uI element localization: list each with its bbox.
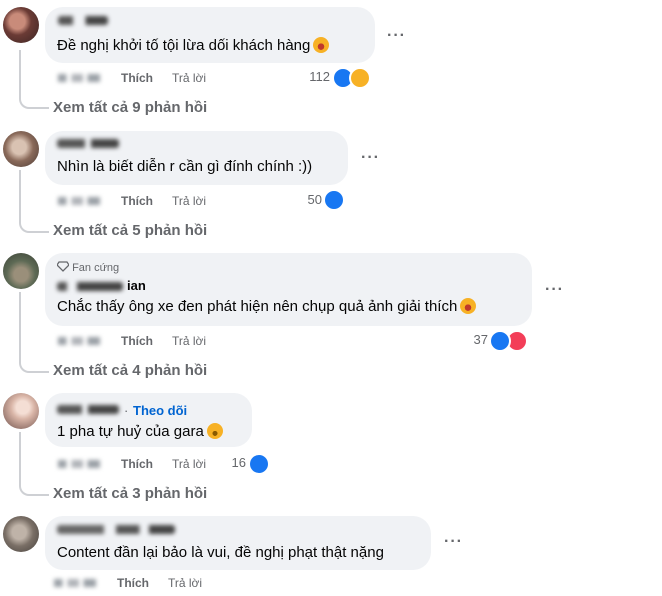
more-options-button[interactable]: ··· — [444, 534, 463, 550]
comment-timestamp[interactable] — [58, 337, 100, 345]
commenter-avatar[interactable] — [3, 131, 39, 167]
comment-timestamp[interactable] — [58, 197, 100, 205]
comment-bubble: Fan cứng ian Chắc thấy ông xe đen phát h… — [45, 253, 532, 326]
laughing-emoji-icon — [313, 37, 330, 53]
commenter-name[interactable] — [57, 139, 119, 148]
like-reaction-icon — [248, 453, 270, 475]
comment-bubble: Đề nghị khởi tố tội lừa dối khách hàng — [45, 7, 375, 63]
comment-timestamp[interactable] — [54, 579, 96, 587]
like-action[interactable]: Thích — [117, 575, 149, 591]
reaction-count[interactable]: 37 — [458, 332, 488, 348]
haha-reaction-icon — [349, 67, 371, 89]
commenter-avatar[interactable] — [3, 7, 39, 43]
like-reaction-icon — [323, 189, 345, 211]
like-action[interactable]: Thích — [121, 456, 153, 472]
comment-text: 1 pha tự huỷ của gara — [57, 422, 223, 442]
reply-action[interactable]: Trả lời — [172, 333, 206, 349]
like-action[interactable]: Thích — [121, 333, 153, 349]
reply-thread-line — [19, 170, 49, 233]
comment-timestamp[interactable] — [58, 460, 100, 468]
view-all-replies-link[interactable]: Xem tất cả 5 phản hồi — [53, 221, 207, 241]
commenter-name[interactable] — [57, 525, 175, 534]
commenter-avatar[interactable] — [3, 516, 39, 552]
commenter-avatar[interactable] — [3, 253, 39, 289]
reaction-count[interactable]: 16 — [220, 455, 246, 471]
like-action[interactable]: Thích — [121, 193, 153, 209]
reaction-count[interactable]: 50 — [286, 192, 322, 208]
view-all-replies-link[interactable]: Xem tất cả 4 phản hồi — [53, 361, 207, 381]
reply-action[interactable]: Trả lời — [172, 456, 206, 472]
comment-bubble: · Theo dõi 1 pha tự huỷ của gara — [45, 393, 252, 447]
reply-thread-line — [19, 292, 49, 373]
comment-text: Content đần lại bảo là vui, đề nghị phạt… — [57, 544, 384, 561]
more-options-button[interactable]: ··· — [387, 28, 406, 44]
like-reaction-icon — [489, 330, 511, 352]
laughing-emoji-icon — [460, 298, 477, 314]
reply-action[interactable]: Trả lời — [168, 575, 202, 591]
reply-thread-line — [19, 50, 49, 109]
reaction-count[interactable]: 112 — [296, 69, 330, 85]
comment-text: Nhìn là biết diễn r cần gì đính chính :)… — [57, 158, 313, 175]
view-all-replies-link[interactable]: Xem tất cả 9 phản hồi — [53, 98, 207, 118]
view-all-replies-link[interactable]: Xem tất cả 3 phản hồi — [53, 484, 207, 504]
reply-action[interactable]: Trả lời — [172, 193, 206, 209]
like-action[interactable]: Thích — [121, 70, 153, 86]
comment-timestamp[interactable] — [58, 74, 100, 82]
commenter-name[interactable] — [57, 282, 123, 291]
more-options-button[interactable]: ··· — [361, 150, 380, 166]
follow-button[interactable]: Theo dõi — [133, 403, 187, 418]
comment-bubble: Content đần lại bảo là vui, đề nghị phạt… — [45, 516, 431, 570]
commenter-name-suffix[interactable]: ian — [127, 278, 146, 293]
comment-text: Đề nghị khởi tố tội lừa dối khách hàng — [57, 36, 330, 56]
comment-text: Chắc thấy ông xe đen phát hiện nên chụp … — [57, 297, 477, 317]
reply-action[interactable]: Trả lời — [172, 70, 206, 86]
follow-separator: · — [124, 403, 129, 418]
commenter-name[interactable] — [57, 405, 119, 414]
diamond-icon — [56, 261, 70, 272]
smiling-emoji-icon — [206, 423, 223, 439]
reply-thread-line — [19, 432, 49, 496]
top-fan-badge[interactable]: Fan cứng — [56, 261, 119, 275]
commenter-name[interactable] — [58, 16, 108, 25]
more-options-button[interactable]: ··· — [545, 282, 564, 298]
comment-bubble: Nhìn là biết diễn r cần gì đính chính :)… — [45, 131, 348, 185]
commenter-avatar[interactable] — [3, 393, 39, 429]
